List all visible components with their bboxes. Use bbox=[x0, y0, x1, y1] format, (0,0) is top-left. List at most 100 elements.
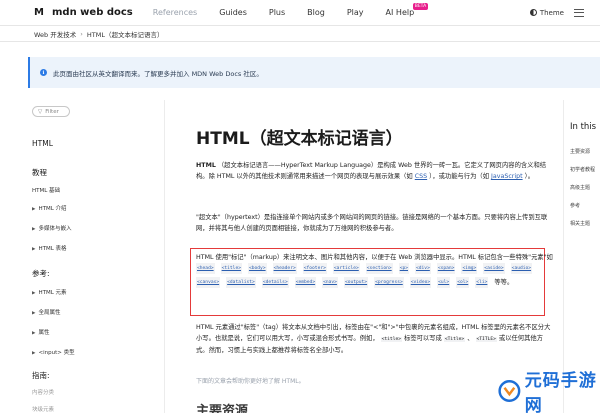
element-tag-link[interactable]: <output> bbox=[343, 277, 369, 288]
markup-paragraph: HTML 使用"标记"（markup）来注明文本、图片和其他内容，以便于在 We… bbox=[196, 252, 554, 288]
sidebar-item-block-elements[interactable]: 块级元素 bbox=[32, 405, 54, 413]
element-tag-link[interactable]: <span> bbox=[436, 263, 456, 274]
sidebar-item-html-intro[interactable]: ▶ HTML 介绍 bbox=[32, 204, 67, 212]
breadcrumb-item-web[interactable]: Web 开发技术 bbox=[34, 29, 76, 39]
sidebar-item-multimedia[interactable]: ▶ 多媒体与嵌入 bbox=[32, 224, 71, 232]
filter-icon: ▽ bbox=[38, 108, 43, 115]
markup-text-a: HTML 使用"标记"（markup）来注明文本、图片和其他内容，以便于在 We… bbox=[196, 254, 553, 261]
intro-strong: HTML bbox=[196, 162, 216, 169]
mdn-logo[interactable]: M mdn web docs bbox=[34, 7, 133, 18]
hypertext-paragraph: "超文本"（hypertext）是指连接单个网站内或多个网站间的网页的链接。链接… bbox=[196, 214, 548, 232]
nav-guides[interactable]: Guides bbox=[219, 8, 247, 17]
caret-right-icon: ▶ bbox=[32, 247, 36, 252]
element-tag-link[interactable]: <section> bbox=[365, 263, 393, 274]
caret-right-icon: ▶ bbox=[32, 227, 36, 232]
element-tag-link[interactable]: <article> bbox=[332, 263, 360, 274]
mdn-logo-icon: M bbox=[34, 6, 44, 18]
markup-text-b: 等等。 bbox=[494, 279, 514, 286]
tag-paragraph: HTML 元素通过"标签"（tag）将文本从文档中引出，标签由在"<"和">"中… bbox=[196, 322, 554, 356]
element-tag-link[interactable]: <video> bbox=[409, 277, 432, 288]
sidebar-item-label: HTML 元素 bbox=[38, 290, 67, 296]
sidebar-item-label: HTML 介绍 bbox=[38, 206, 67, 212]
notice-text[interactable]: 此页面由社区从英文翻译而来。了解更多并加入 MDN Web Docs 社区。 bbox=[53, 68, 263, 78]
element-tag-link[interactable]: <head> bbox=[196, 263, 215, 274]
toc-title: In this bbox=[570, 122, 597, 132]
sidebar-item-content-categories[interactable]: 内容分类 bbox=[32, 388, 54, 396]
sidebar-item-attributes[interactable]: ▶ 属性 bbox=[32, 328, 49, 336]
watermark-logo-icon bbox=[498, 380, 521, 402]
sidebar-item-label: 属性 bbox=[38, 330, 50, 336]
toc-item-advanced[interactable]: 高级主题 bbox=[570, 184, 590, 191]
sidebar-heading-reference: 参考: bbox=[32, 269, 50, 278]
caret-right-icon: ▶ bbox=[32, 291, 36, 296]
nav-right: Theme bbox=[529, 8, 584, 17]
element-tag-link[interactable]: <aside> bbox=[483, 263, 505, 274]
toc-item-reference[interactable]: 参考 bbox=[570, 202, 580, 209]
element-tag-link[interactable]: <details> bbox=[261, 277, 289, 288]
element-tag-link[interactable]: <audio> bbox=[510, 263, 533, 274]
sidebar-heading-guides: 指南: bbox=[32, 371, 50, 380]
nav-play[interactable]: Play bbox=[347, 8, 364, 17]
intro-text-c: ）。 bbox=[524, 173, 535, 180]
theme-label: Theme bbox=[539, 8, 564, 17]
sidebar-heading-tutorials: 教程 bbox=[32, 168, 47, 177]
element-tag-link[interactable]: <body> bbox=[247, 263, 267, 274]
breadcrumb-item-html[interactable]: HTML（超文本标记语言） bbox=[87, 29, 164, 39]
tag-text-a: HTML 元素通过"标签"（tag）将文本从文档中引出，标签由在"<"和">"中… bbox=[196, 324, 551, 342]
sidebar-filter-input[interactable]: ▽ Filter bbox=[32, 106, 70, 117]
filter-placeholder: Filter bbox=[45, 108, 59, 115]
breadcrumb: Web 开发技术 › HTML（超文本标记语言） bbox=[0, 26, 600, 42]
element-tag-link[interactable]: <footer> bbox=[302, 263, 327, 274]
sidebar-item-global-attributes[interactable]: ▶ 全局属性 bbox=[32, 308, 60, 316]
caret-right-icon: ▶ bbox=[32, 331, 36, 336]
nav-blog[interactable]: Blog bbox=[307, 8, 325, 17]
sidebar-item-label: 多媒体与嵌入 bbox=[38, 226, 72, 232]
theme-icon bbox=[529, 9, 537, 16]
sidebar-item-html-elements[interactable]: ▶ HTML 元素 bbox=[32, 288, 67, 296]
caret-right-icon: ▶ bbox=[32, 207, 36, 212]
element-tag-link[interactable]: <title> bbox=[220, 263, 242, 274]
intro-text-b: ），或功能与行为（如 bbox=[429, 173, 489, 180]
intro-paragraph: HTML （超文本标记语言——HyperText Markup Language… bbox=[196, 160, 554, 182]
sidebar-item-label: HTML 基础 bbox=[32, 188, 61, 194]
toc-item-main-resources[interactable]: 主要资源 bbox=[570, 148, 590, 155]
toc-item-related[interactable]: 相关主题 bbox=[570, 220, 590, 227]
element-tag-link[interactable]: <ol> bbox=[456, 277, 470, 288]
sidebar-item-input-types[interactable]: ▶ <input> 类型 bbox=[32, 348, 75, 356]
article: HTML（超文本标记语言） HTML （超文本标记语言——HyperText M… bbox=[164, 100, 564, 413]
css-link[interactable]: CSS bbox=[415, 173, 427, 180]
theme-toggle[interactable]: Theme bbox=[529, 8, 564, 17]
element-tag-link[interactable]: <nav> bbox=[322, 277, 338, 288]
nav-ai-help[interactable]: AI Help BETA bbox=[385, 3, 429, 17]
element-tag-link[interactable]: <progress> bbox=[374, 277, 404, 288]
element-tag-link[interactable]: <ul> bbox=[437, 277, 451, 288]
nav-references[interactable]: References bbox=[153, 8, 197, 17]
info-icon: i bbox=[40, 69, 47, 76]
caret-right-icon: ▶ bbox=[32, 351, 36, 356]
sidebar-item-label: HTML 表格 bbox=[38, 246, 67, 252]
element-tag-link[interactable]: <li> bbox=[475, 277, 489, 288]
sidebar-item-label: <input> 类型 bbox=[38, 350, 75, 356]
code-title-upper: <TITLE> bbox=[475, 337, 497, 342]
element-tag-link[interactable]: <div> bbox=[415, 263, 431, 274]
top-navigation: M mdn web docs References Guides Plus Bl… bbox=[0, 0, 600, 26]
element-tag-link[interactable]: <canvas> bbox=[196, 277, 221, 288]
element-tag-link[interactable]: <img> bbox=[461, 263, 478, 274]
element-tag-link[interactable]: <p> bbox=[398, 263, 409, 274]
javascript-link[interactable]: JavaScript bbox=[491, 173, 523, 180]
element-tag-link[interactable]: <embed> bbox=[294, 277, 317, 288]
toc-item-beginner[interactable]: 初学者教程 bbox=[570, 166, 595, 173]
translation-notice: i 此页面由社区从英文翻译而来。了解更多并加入 MDN Web Docs 社区。 bbox=[28, 57, 600, 88]
beta-badge: BETA bbox=[412, 3, 429, 10]
code-title-mixed: <Title> bbox=[443, 337, 466, 342]
nav-plus[interactable]: Plus bbox=[269, 8, 285, 17]
hamburger-menu-icon[interactable] bbox=[574, 8, 584, 17]
element-tag-link[interactable]: <header> bbox=[272, 263, 297, 274]
sidebar-item-html-basics[interactable]: HTML 基础 bbox=[32, 186, 60, 194]
page-title: HTML（超文本标记语言） bbox=[196, 129, 403, 149]
nav-ai-help-label: AI Help bbox=[385, 8, 415, 17]
sidebar-item-html-tables[interactable]: ▶ HTML 表格 bbox=[32, 244, 67, 252]
sidebar-title[interactable]: HTML bbox=[32, 139, 53, 148]
element-tag-link[interactable]: <datalist> bbox=[226, 277, 256, 288]
breadcrumb-separator-icon: › bbox=[80, 29, 83, 38]
